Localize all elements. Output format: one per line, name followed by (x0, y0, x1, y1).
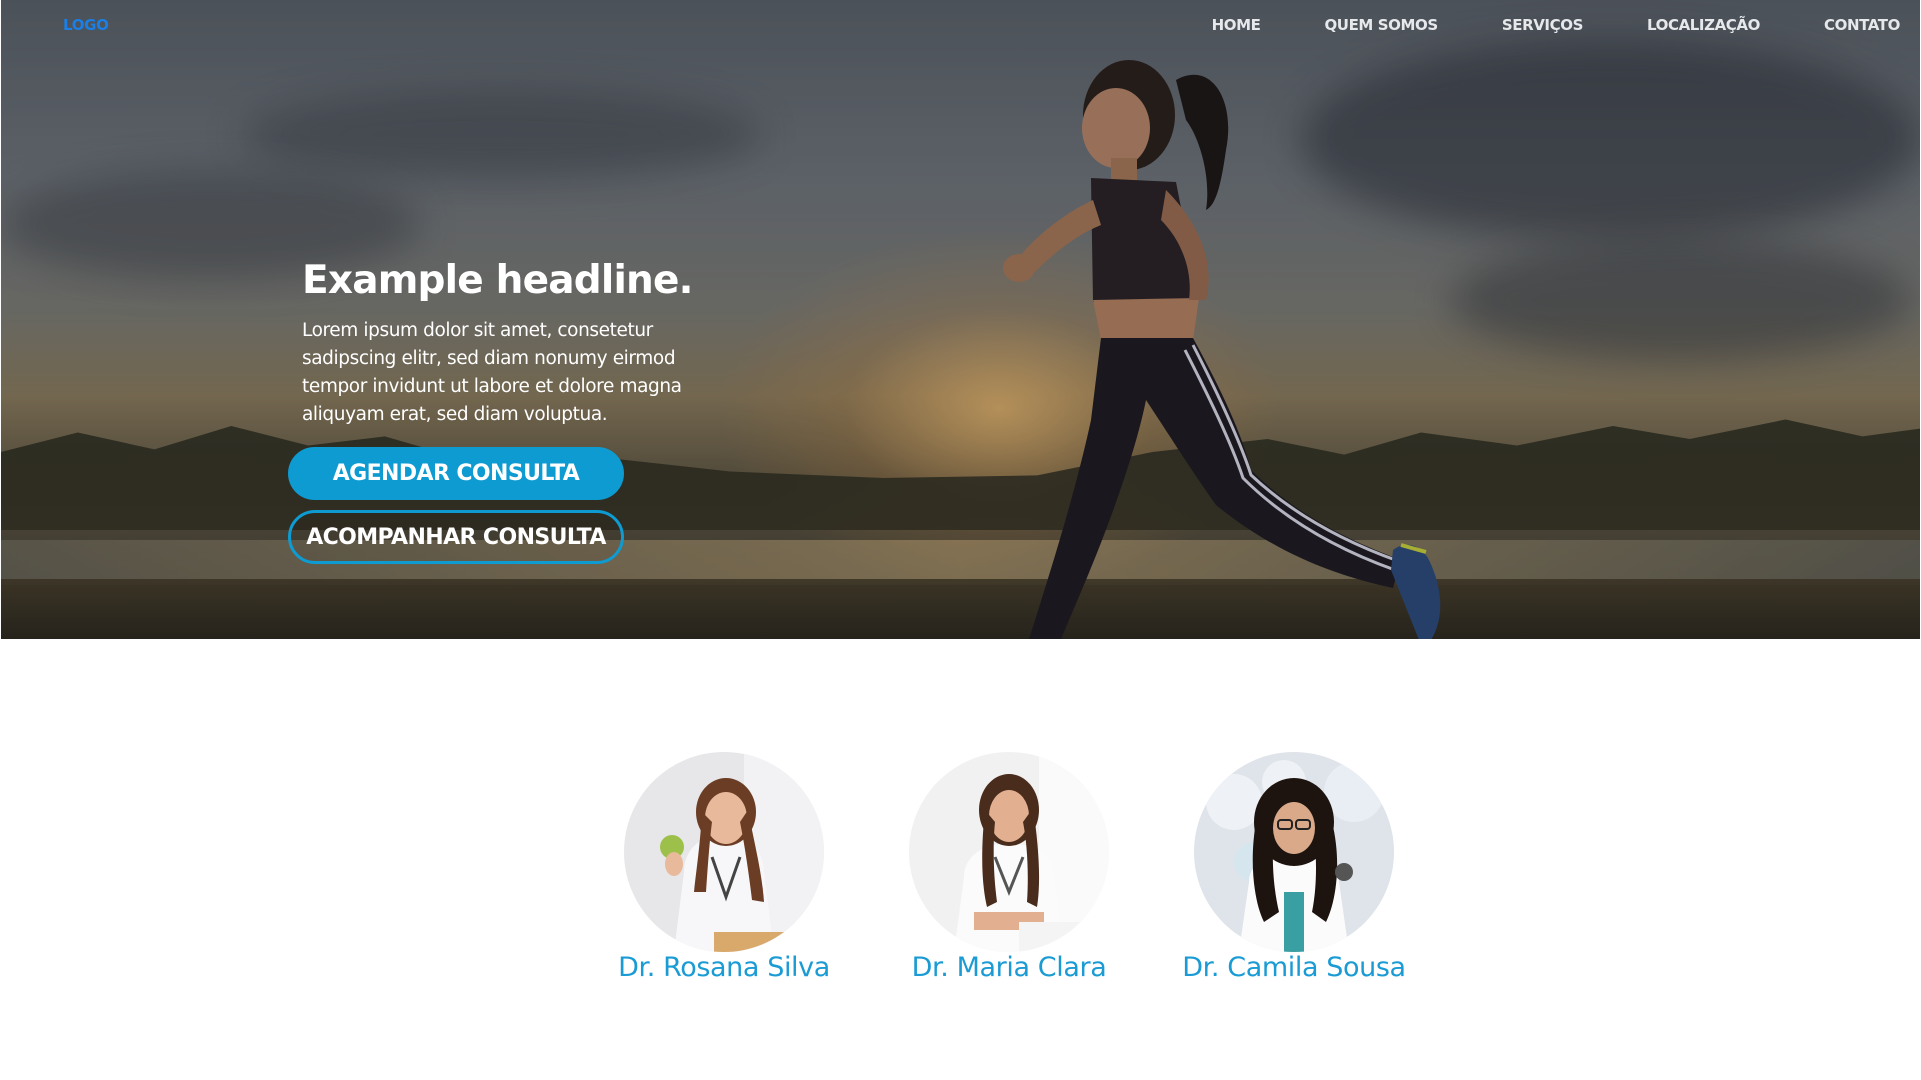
nav-contato[interactable]: CONTATO (1824, 16, 1900, 34)
nav-quem-somos[interactable]: QUEM SOMOS (1324, 16, 1438, 34)
nav-home[interactable]: HOME (1212, 16, 1261, 34)
doctor-card[interactable]: Dr. Rosana Silva (604, 752, 844, 983)
hero-lead-text: Lorem ipsum dolor sit amet, consetetur s… (302, 320, 682, 425)
nav-localizacao[interactable]: LOCALIZAÇÃO (1647, 16, 1760, 34)
logo[interactable]: LOGO (63, 16, 109, 34)
doctor-avatar (909, 752, 1109, 952)
doctor-card[interactable]: Dr. Maria Clara (889, 752, 1129, 983)
doctor-name: Dr. Maria Clara (911, 952, 1107, 983)
doctor-name: Dr. Camila Sousa (1182, 952, 1406, 983)
doctor-name: Dr. Rosana Silva (618, 952, 830, 983)
doctors-section: Dr. Rosana Silva Dr. Maria Clara Dr. Cam… (0, 752, 1921, 992)
main-nav: HOME QUEM SOMOS SERVIÇOS LOCALIZAÇÃO CON… (1212, 16, 1901, 34)
agendar-consulta-button[interactable]: AGENDAR CONSULTA (288, 447, 624, 500)
hero-headline: Example headline. (302, 258, 693, 303)
doctor-avatar (1194, 752, 1394, 952)
doctor-avatar (624, 752, 824, 952)
doctor-card[interactable]: Dr. Camila Sousa (1174, 752, 1414, 983)
acompanhar-consulta-button[interactable]: ACOMPANHAR CONSULTA (288, 510, 624, 564)
nav-servicos[interactable]: SERVIÇOS (1502, 16, 1584, 34)
